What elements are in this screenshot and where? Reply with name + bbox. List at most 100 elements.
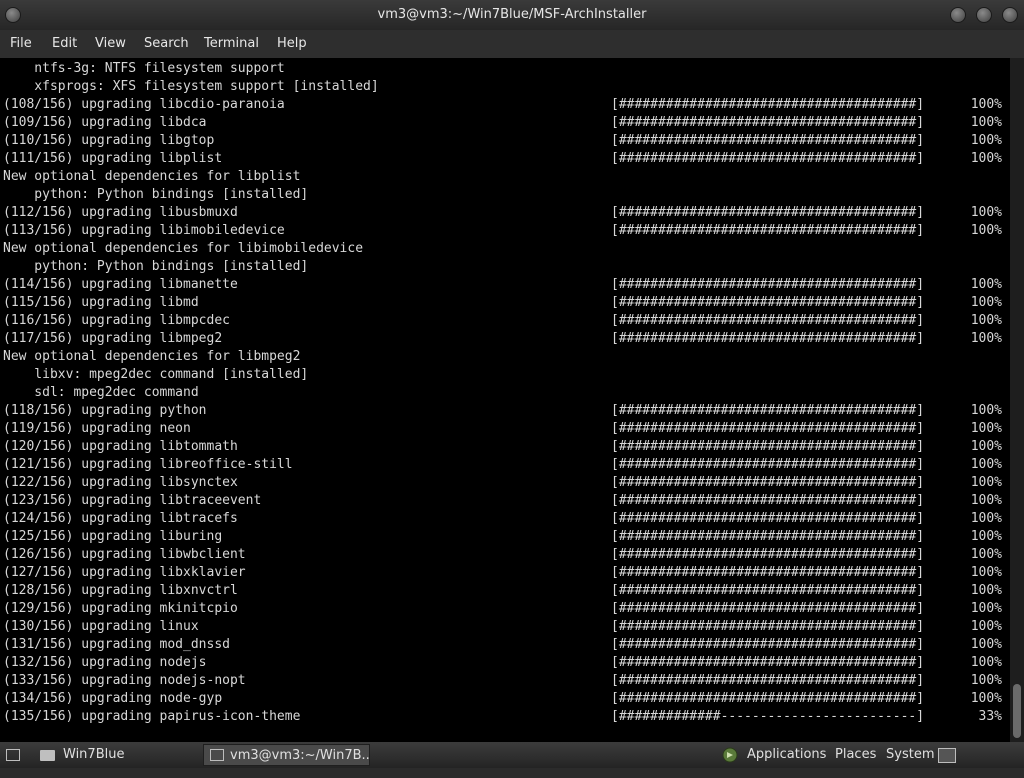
progress-percent: 100% — [970, 619, 1002, 634]
menu-search[interactable]: Search — [144, 30, 189, 58]
progress-percent: 100% — [970, 511, 1002, 526]
progress-bar: [######################################] — [611, 421, 925, 436]
close-icon[interactable] — [1002, 7, 1018, 23]
terminal-line: (127/156) upgrading libxklavier — [3, 565, 246, 580]
terminal-line: ntfs-3g: NTFS filesystem support — [3, 61, 285, 76]
places-menu[interactable]: Places — [835, 742, 876, 768]
progress-bar: [######################################] — [611, 655, 925, 670]
progress-bar: [######################################] — [611, 673, 925, 688]
progress-percent: 100% — [970, 439, 1002, 454]
progress-percent: 100% — [970, 151, 1002, 166]
terminal-line: (108/156) upgrading libcdio-paranoia — [3, 97, 285, 112]
terminal-line: (113/156) upgrading libimobiledevice — [3, 223, 285, 238]
terminal-line: (116/156) upgrading libmpcdec — [3, 313, 230, 328]
progress-percent: 100% — [970, 583, 1002, 598]
terminal-line: (121/156) upgrading libreoffice-still — [3, 457, 293, 472]
progress-percent: 100% — [970, 655, 1002, 670]
menu-edit[interactable]: Edit — [52, 30, 77, 58]
terminal-line: (112/156) upgrading libusbmuxd — [3, 205, 238, 220]
terminal-line: xfsprogs: XFS filesystem support [instal… — [3, 79, 379, 94]
progress-bar: [######################################] — [611, 547, 925, 562]
progress-percent: 100% — [970, 529, 1002, 544]
terminal-line: (118/156) upgrading python — [3, 403, 207, 418]
progress-percent: 100% — [970, 223, 1002, 238]
progress-bar: [######################################] — [611, 637, 925, 652]
terminal-line: (131/156) upgrading mod_dnssd — [3, 637, 230, 652]
progress-bar: [######################################] — [611, 619, 925, 634]
system-menu[interactable]: System — [886, 742, 934, 768]
progress-bar: [######################################] — [611, 313, 925, 328]
progress-percent: 100% — [970, 547, 1002, 562]
progress-percent: 100% — [970, 457, 1002, 472]
terminal-line: python: Python bindings [installed] — [3, 259, 309, 274]
workspace-label[interactable]: Win7Blue — [63, 742, 124, 768]
progress-bar: [######################################] — [611, 331, 925, 346]
terminal-line: (129/156) upgrading mkinitcpio — [3, 601, 238, 616]
progress-percent: 100% — [970, 691, 1002, 706]
terminal-line: (134/156) upgrading node-gyp — [3, 691, 223, 706]
progress-bar: [######################################] — [611, 133, 925, 148]
progress-bar: [######################################] — [611, 475, 925, 490]
progress-percent: 100% — [970, 97, 1002, 112]
terminal-line: (124/156) upgrading libtracefs — [3, 511, 238, 526]
progress-bar: [######################################] — [611, 295, 925, 310]
progress-bar: [######################################] — [611, 115, 925, 130]
folder-icon[interactable] — [40, 750, 55, 761]
progress-bar: [#############-------------------------] — [611, 709, 925, 724]
terminal-line: (120/156) upgrading libtommath — [3, 439, 238, 454]
menu-file[interactable]: File — [10, 30, 32, 58]
progress-percent: 100% — [970, 475, 1002, 490]
terminal-line: python: Python bindings [installed] — [3, 187, 309, 202]
maximize-icon[interactable] — [976, 7, 992, 23]
menu-terminal[interactable]: Terminal — [204, 30, 259, 58]
terminal-line: (128/156) upgrading libxnvctrl — [3, 583, 238, 598]
taskbar-terminal-button[interactable]: vm3@vm3:~/Win7B... — [203, 744, 370, 766]
show-desktop-icon[interactable] — [6, 749, 20, 761]
applications-menu-icon[interactable] — [721, 742, 739, 768]
scrollbar-thumb[interactable] — [1013, 684, 1021, 738]
progress-percent: 33% — [978, 709, 1002, 724]
menu-help[interactable]: Help — [277, 30, 307, 58]
progress-bar: [######################################] — [611, 493, 925, 508]
minimize-icon[interactable] — [950, 7, 966, 23]
progress-bar: [######################################] — [611, 97, 925, 112]
terminal-line: (110/156) upgrading libgtop — [3, 133, 215, 148]
terminal-scrollbar[interactable] — [1010, 58, 1024, 742]
terminal-line: libxv: mpeg2dec command [installed] — [3, 367, 309, 382]
system-terminal-icon[interactable] — [938, 748, 956, 763]
terminal-line: (109/156) upgrading libdca — [3, 115, 207, 130]
progress-percent: 100% — [970, 403, 1002, 418]
progress-bar: [######################################] — [611, 205, 925, 220]
terminal-line: (122/156) upgrading libsynctex — [3, 475, 238, 490]
taskbar-task-label: vm3@vm3:~/Win7B... — [230, 748, 370, 763]
menu-view[interactable]: View — [95, 30, 126, 58]
progress-bar: [######################################] — [611, 583, 925, 598]
terminal-output[interactable]: ntfs-3g: NTFS filesystem support xfsprog… — [0, 58, 1010, 742]
progress-percent: 100% — [970, 205, 1002, 220]
applications-menu[interactable]: Applications — [747, 742, 826, 768]
progress-percent: 100% — [970, 331, 1002, 346]
progress-bar: [######################################] — [611, 529, 925, 544]
progress-percent: 100% — [970, 115, 1002, 130]
progress-bar: [######################################] — [611, 565, 925, 580]
progress-bar: [######################################] — [611, 151, 925, 166]
terminal-line: sdl: mpeg2dec command — [3, 385, 199, 400]
terminal-line: New optional dependencies for libplist — [3, 169, 301, 184]
progress-bar: [######################################] — [611, 511, 925, 526]
progress-percent: 100% — [970, 565, 1002, 580]
progress-percent: 100% — [970, 133, 1002, 148]
menu-bar: File Edit View Search Terminal Help — [0, 30, 1024, 58]
terminal-line: New optional dependencies for libimobile… — [3, 241, 364, 256]
window-titlebar[interactable]: vm3@vm3:~/Win7Blue/MSF-ArchInstaller — [0, 0, 1024, 30]
terminal-line: (117/156) upgrading libmpeg2 — [3, 331, 223, 346]
terminal-icon — [210, 749, 224, 761]
terminal-line: (132/156) upgrading nodejs — [3, 655, 207, 670]
terminal-line: (111/156) upgrading libplist — [3, 151, 223, 166]
terminal-line: (123/156) upgrading libtraceevent — [3, 493, 262, 508]
progress-bar: [######################################] — [611, 457, 925, 472]
progress-bar: [######################################] — [611, 277, 925, 292]
progress-percent: 100% — [970, 637, 1002, 652]
progress-percent: 100% — [970, 421, 1002, 436]
terminal-line: (133/156) upgrading nodejs-nopt — [3, 673, 246, 688]
progress-percent: 100% — [970, 277, 1002, 292]
